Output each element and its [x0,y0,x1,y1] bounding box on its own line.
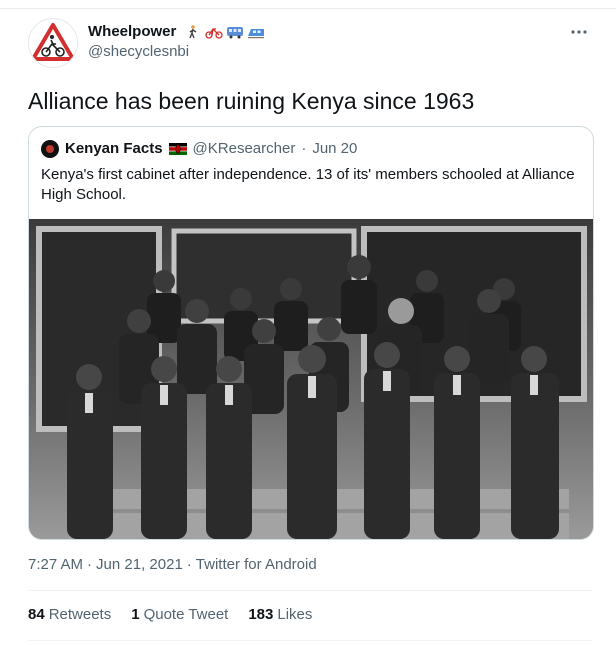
tweet-timestamp: 7:27 AM · Jun 21, 2021 · Twitter for And… [28,556,317,573]
quote-separator: · [301,140,307,157]
top-border [0,0,616,9]
quote-display-name[interactable]: Kenyan Facts [65,139,163,159]
tweet-date[interactable]: Jun 21, 2021 [96,556,183,573]
quote-tweets-stat[interactable]: 1 Quote Tweet [131,606,228,623]
bicycle-icon [205,27,224,39]
quote-handle[interactable]: @KResearcher [193,139,296,159]
quote-tweet-card[interactable]: Kenyan Facts @KResearcher · Jun 20 Kenya… [28,126,594,540]
author-display-name-row: Wheelpower [88,22,265,42]
timestamp-separator: · [186,556,192,573]
quote-header: Kenyan Facts @KResearcher · Jun 20 [41,139,357,159]
bus-icon [227,27,244,39]
author-handle[interactable]: @shecyclesnbi [88,42,265,62]
name-emojis [184,25,265,39]
retweets-stat[interactable]: 84 Retweets [28,606,111,623]
engagement-stats: 84 Retweets 1 Quote Tweet 183 Likes [28,606,312,623]
quote-photo[interactable] [29,219,593,539]
divider [28,640,592,641]
likes-stat[interactable]: 183 Likes [248,606,312,623]
tweet-text: Alliance has been ruining Kenya since 19… [28,88,475,114]
retweets-label: Retweets [48,606,112,623]
quote-tweets-label: Quote Tweet [143,606,229,623]
group-photo-image [29,219,593,539]
kenya-flag-icon [168,143,187,155]
retweets-count: 84 [28,606,45,623]
person-walking-icon [189,25,197,39]
tweet-source[interactable]: Twitter for Android [196,556,317,573]
likes-label: Likes [277,606,313,623]
quote-avatar[interactable] [41,140,59,158]
author-names: Wheelpower @shecyclesnbi [88,22,265,62]
author-display-name[interactable]: Wheelpower [88,22,176,42]
quote-date[interactable]: Jun 20 [312,139,357,159]
tweet-header: Wheelpower @shecyclesnbi [28,18,598,74]
timestamp-separator: · [87,556,93,573]
avatar[interactable] [28,18,78,68]
quote-tweets-count: 1 [131,606,140,623]
train-icon [248,29,265,39]
divider [28,590,592,591]
ellipsis-icon [571,30,587,34]
cyclist-warning-sign-icon [31,23,75,61]
likes-count: 183 [248,606,274,623]
more-options-icon[interactable] [566,22,592,42]
tweet-time[interactable]: 7:27 AM [28,556,83,573]
quote-text: Kenya's first cabinet after independence… [41,166,575,203]
